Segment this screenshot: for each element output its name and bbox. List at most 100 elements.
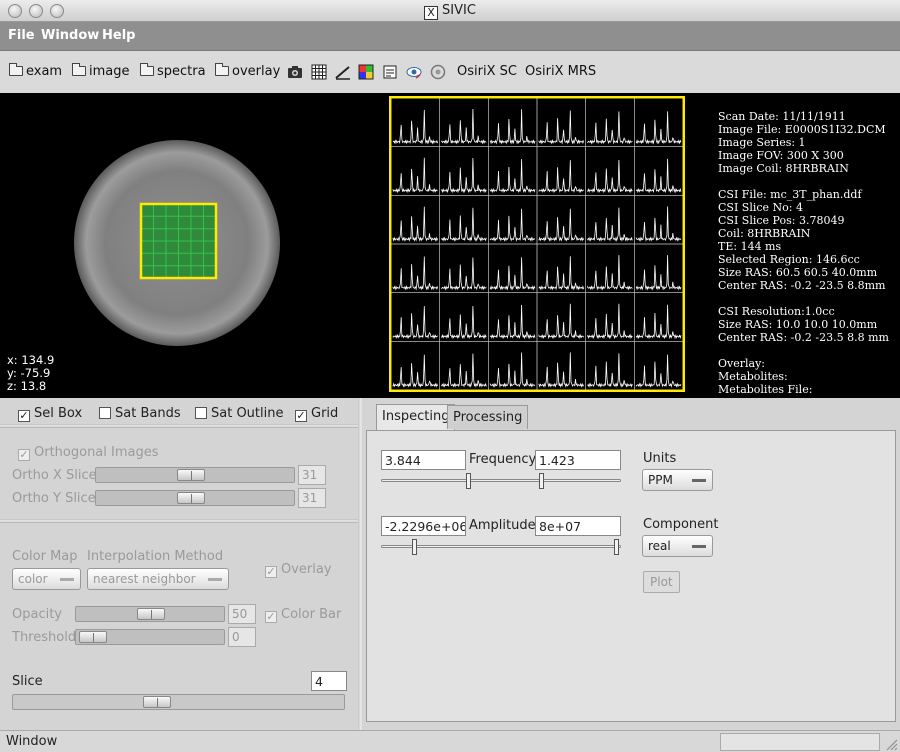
divider <box>0 519 358 523</box>
overlay-checkbox[interactable]: ✓ Overlay <box>265 562 332 578</box>
spectrum-voxel[interactable] <box>488 292 538 342</box>
spectrum-trace <box>538 110 585 145</box>
amplitude-max-handle[interactable] <box>614 539 619 555</box>
check-icon: ✓ <box>295 409 307 422</box>
ruler-icon[interactable] <box>335 64 351 80</box>
interpolation-dropdown[interactable]: nearest neighbor <box>87 568 229 590</box>
amplitude-range-slider[interactable] <box>381 545 621 548</box>
frequency-max-handle[interactable] <box>539 473 544 489</box>
spectrum-voxel[interactable] <box>488 243 538 293</box>
spectrum-voxel[interactable] <box>585 97 635 147</box>
slider-thumb[interactable] <box>137 608 165 620</box>
menu-file[interactable]: File <box>8 28 35 43</box>
image-view[interactable] <box>0 93 390 398</box>
spectrum-voxel[interactable] <box>634 97 684 147</box>
slider-thumb[interactable] <box>177 492 205 504</box>
spectrum-voxel[interactable] <box>585 146 635 196</box>
spectrum-voxel[interactable] <box>439 341 489 391</box>
orbit-icon[interactable] <box>430 64 446 80</box>
orthogonal-images-checkbox[interactable]: ✓ Orthogonal Images <box>18 445 159 461</box>
spectrum-voxel[interactable] <box>390 146 440 196</box>
frequency-min-handle[interactable] <box>466 473 471 489</box>
slider-thumb[interactable] <box>143 696 171 708</box>
spectra-button[interactable]: spectra <box>140 63 206 79</box>
frequency-min-field[interactable]: 3.844 <box>381 450 466 470</box>
opacity-slider[interactable] <box>75 606 225 622</box>
spectrum-voxel[interactable] <box>390 97 440 147</box>
amplitude-min-field[interactable]: -2.2296e+06 <box>381 516 466 536</box>
ortho-y-slider[interactable] <box>95 490 295 506</box>
color-bar-checkbox[interactable]: ✓ Color Bar <box>265 607 341 623</box>
spectrum-voxel[interactable] <box>585 195 635 245</box>
spectrum-voxel[interactable] <box>439 292 489 342</box>
threshold-slider[interactable] <box>75 629 225 645</box>
grid-checkbox[interactable]: ✓ Grid <box>295 406 338 422</box>
plot-button[interactable]: Plot <box>643 571 680 593</box>
spectra-view[interactable] <box>389 96 685 392</box>
spectrum-voxel[interactable] <box>390 195 440 245</box>
spectrum-voxel[interactable] <box>585 243 635 293</box>
ortho-x-slider[interactable] <box>95 467 295 483</box>
spectrum-voxel[interactable] <box>634 146 684 196</box>
camera-icon[interactable] <box>287 64 303 80</box>
tab-inspecting[interactable]: Inspecting <box>376 404 456 430</box>
frequency-range-slider[interactable] <box>381 479 621 482</box>
overlay-button[interactable]: overlay <box>215 63 281 79</box>
color-map-dropdown[interactable]: color <box>12 568 81 590</box>
slider-thumb[interactable] <box>177 469 205 481</box>
slider-thumb[interactable] <box>79 631 107 643</box>
grid-icon[interactable] <box>311 64 327 80</box>
spectrum-voxel[interactable] <box>536 341 586 391</box>
spectrum-voxel[interactable] <box>488 195 538 245</box>
amplitude-label: Amplitude <box>469 518 536 533</box>
amplitude-max-field[interactable]: 8e+07 <box>535 516 621 536</box>
coord-x: x: 134.9 <box>7 353 55 367</box>
spectrum-voxel[interactable] <box>488 341 538 391</box>
slice-value[interactable]: 4 <box>311 671 347 691</box>
sat-outline-checkbox[interactable]: Sat Outline <box>195 406 283 421</box>
component-dropdown[interactable]: real <box>642 535 713 557</box>
image-button[interactable]: image <box>72 63 130 79</box>
units-dropdown[interactable]: PPM <box>642 469 713 491</box>
opacity-value[interactable]: 50 <box>228 604 256 624</box>
eye-icon[interactable] <box>406 64 422 80</box>
menu-help[interactable]: Help <box>102 28 135 43</box>
info-csi-file: CSI File: mc_3T_phan.ddf <box>718 188 862 201</box>
spectrum-voxel[interactable] <box>439 97 489 147</box>
notes-icon[interactable] <box>382 64 398 80</box>
frequency-max-field[interactable]: 1.423 <box>535 450 621 470</box>
spectrum-voxel[interactable] <box>634 341 684 391</box>
exam-button[interactable]: exam <box>9 63 62 79</box>
spectrum-voxel[interactable] <box>488 146 538 196</box>
title-bar: X SIVIC <box>0 0 900 22</box>
spectrum-voxel[interactable] <box>634 195 684 245</box>
spectrum-voxel[interactable] <box>390 292 440 342</box>
resize-grip-icon[interactable] <box>886 739 898 751</box>
ortho-y-value[interactable]: 31 <box>298 488 326 508</box>
spectrum-voxel[interactable] <box>536 243 586 293</box>
menu-window[interactable]: Window <box>41 28 99 43</box>
color-icon[interactable] <box>358 64 374 80</box>
spectrum-voxel[interactable] <box>634 292 684 342</box>
slice-slider[interactable] <box>12 694 345 710</box>
spectrum-voxel[interactable] <box>390 341 440 391</box>
osirix-mrs-button[interactable]: OsiriX MRS <box>525 64 596 79</box>
spectrum-voxel[interactable] <box>634 243 684 293</box>
tab-processing[interactable]: Processing <box>447 405 529 429</box>
sat-bands-checkbox[interactable]: Sat Bands <box>99 406 181 421</box>
spectrum-voxel[interactable] <box>439 243 489 293</box>
spectrum-voxel[interactable] <box>536 146 586 196</box>
spectrum-voxel[interactable] <box>536 195 586 245</box>
spectrum-trace <box>441 108 487 145</box>
osirix-sc-button[interactable]: OsiriX SC <box>457 64 517 79</box>
sel-box-checkbox[interactable]: ✓ Sel Box <box>18 406 82 422</box>
overlay-label: overlay <box>232 64 281 79</box>
ortho-x-value[interactable]: 31 <box>298 465 326 485</box>
spectrum-voxel[interactable] <box>536 292 586 342</box>
spectrum-voxel[interactable] <box>390 243 440 293</box>
threshold-value[interactable]: 0 <box>228 627 256 647</box>
spectrum-voxel[interactable] <box>536 97 586 147</box>
spectrum-trace <box>587 255 633 291</box>
amplitude-min-handle[interactable] <box>412 539 417 555</box>
units-label: Units <box>643 451 677 466</box>
